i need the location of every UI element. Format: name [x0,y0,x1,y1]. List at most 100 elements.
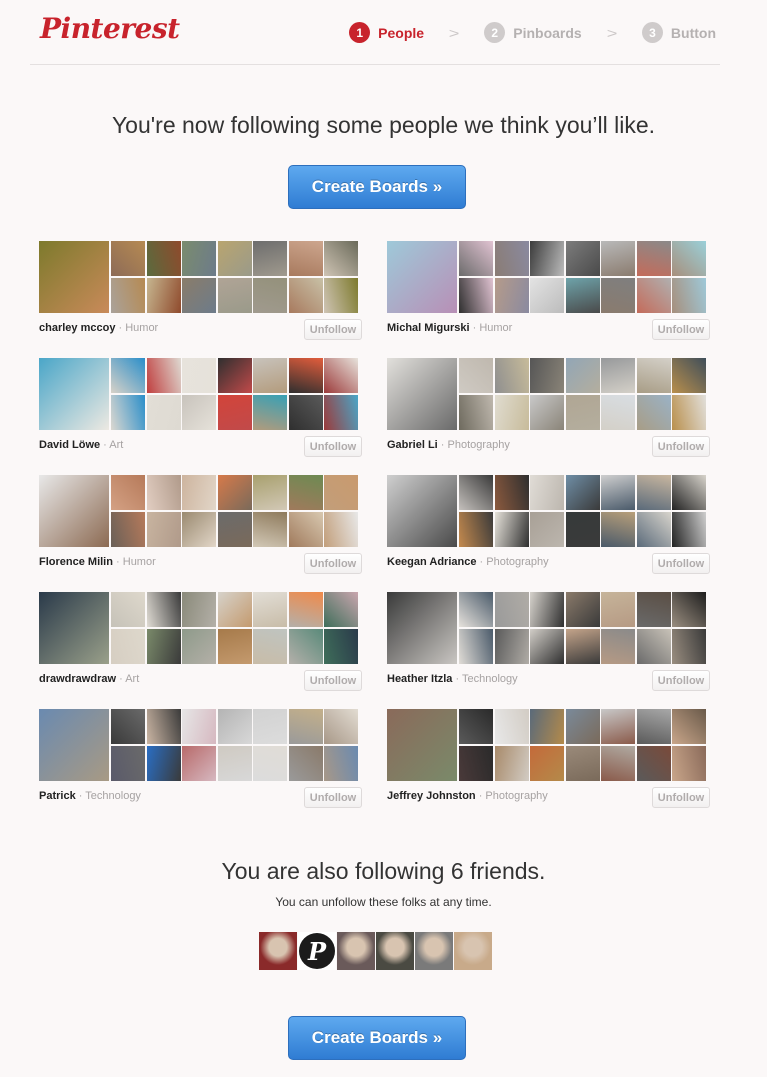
pin-thumbnail[interactable] [182,395,216,430]
pin-thumbnail[interactable] [672,709,706,744]
pin-thumbnail[interactable] [253,629,287,664]
pin-thumbnail[interactable] [182,592,216,627]
profile-image[interactable] [387,592,457,664]
pin-thumbnail[interactable] [182,629,216,664]
pin-thumbnail[interactable] [636,241,671,276]
pin-thumbnail[interactable] [253,241,287,276]
pin-mosaic[interactable] [387,592,710,664]
pin-thumbnail[interactable] [217,241,252,276]
profile-image[interactable] [39,592,109,664]
pin-thumbnail[interactable] [636,709,671,744]
pinterest-logo[interactable]: Pinterest [40,12,180,45]
pin-thumbnail[interactable] [146,358,181,393]
pin-thumbnail[interactable] [565,629,600,664]
pin-thumbnail[interactable] [288,592,323,627]
friend-avatar[interactable] [376,932,414,970]
pin-thumbnail[interactable] [494,475,529,510]
unfollow-button[interactable]: Unfollow [304,436,362,457]
unfollow-button[interactable]: Unfollow [652,787,710,808]
pin-thumbnail[interactable] [288,629,323,664]
pin-thumbnail[interactable] [253,475,287,510]
friend-avatar[interactable] [259,932,297,970]
pin-thumbnail[interactable] [324,512,358,547]
pin-thumbnail[interactable] [601,629,635,664]
pin-thumbnail[interactable] [217,746,252,781]
pin-thumbnail[interactable] [672,746,706,781]
pin-thumbnail[interactable] [111,512,145,547]
pin-thumbnail[interactable] [459,746,493,781]
profile-image[interactable] [39,241,109,313]
pin-thumbnail[interactable] [672,592,706,627]
pin-thumbnail[interactable] [530,241,564,276]
pin-thumbnail[interactable] [672,358,706,393]
person-name[interactable]: Heather Itzla [387,673,452,685]
pin-thumbnail[interactable] [146,512,181,547]
pin-thumbnail[interactable] [324,278,358,313]
pin-thumbnail[interactable] [565,395,600,430]
pin-thumbnail[interactable] [494,512,529,547]
pin-thumbnail[interactable] [182,475,216,510]
pin-thumbnail[interactable] [459,629,493,664]
pin-thumbnail[interactable] [459,358,493,393]
pin-thumbnail[interactable] [253,395,287,430]
create-boards-button-top[interactable]: Create Boards » [288,165,466,209]
pin-thumbnail[interactable] [217,709,252,744]
pin-mosaic[interactable] [387,358,710,430]
pin-thumbnail[interactable] [111,592,145,627]
pin-thumbnail[interactable] [459,278,493,313]
pin-thumbnail[interactable] [111,475,145,510]
pin-thumbnail[interactable] [324,629,358,664]
pin-thumbnail[interactable] [324,395,358,430]
pin-thumbnail[interactable] [565,475,600,510]
profile-image[interactable] [387,241,457,313]
pin-thumbnail[interactable] [565,358,600,393]
create-boards-button-bottom[interactable]: Create Boards » [288,1016,466,1060]
pin-thumbnail[interactable] [111,746,145,781]
pin-thumbnail[interactable] [111,278,145,313]
friend-avatar[interactable] [454,932,492,970]
person-name[interactable]: charley mccoy [39,322,115,334]
pin-thumbnail[interactable] [146,629,181,664]
pin-thumbnail[interactable] [530,395,564,430]
pin-thumbnail[interactable] [636,475,671,510]
pin-mosaic[interactable] [387,241,710,313]
pin-thumbnail[interactable] [217,358,252,393]
pin-thumbnail[interactable] [288,241,323,276]
pin-thumbnail[interactable] [530,512,564,547]
pin-thumbnail[interactable] [672,278,706,313]
pin-thumbnail[interactable] [565,241,600,276]
pin-thumbnail[interactable] [494,746,529,781]
pin-thumbnail[interactable] [530,358,564,393]
friend-avatar-pinterest[interactable]: P [298,932,336,970]
profile-image[interactable] [39,475,109,547]
pin-thumbnail[interactable] [324,241,358,276]
pin-thumbnail[interactable] [636,358,671,393]
pin-thumbnail[interactable] [146,241,181,276]
pin-mosaic[interactable] [387,709,710,781]
profile-image[interactable] [387,709,457,781]
pin-thumbnail[interactable] [672,475,706,510]
pin-thumbnail[interactable] [636,746,671,781]
pin-thumbnail[interactable] [111,709,145,744]
pin-thumbnail[interactable] [288,512,323,547]
unfollow-button[interactable]: Unfollow [304,670,362,691]
profile-image[interactable] [387,475,457,547]
person-name[interactable]: Gabriel Li [387,439,438,451]
pin-mosaic[interactable] [387,475,710,547]
pin-thumbnail[interactable] [565,709,600,744]
pin-thumbnail[interactable] [601,512,635,547]
pin-thumbnail[interactable] [459,512,493,547]
person-name[interactable]: Keegan Adriance [387,556,476,568]
pin-thumbnail[interactable] [146,709,181,744]
pin-thumbnail[interactable] [111,395,145,430]
pin-thumbnail[interactable] [672,241,706,276]
pin-thumbnail[interactable] [253,746,287,781]
pin-thumbnail[interactable] [324,358,358,393]
pin-mosaic[interactable] [39,592,362,664]
pin-thumbnail[interactable] [530,709,564,744]
friend-avatar[interactable] [337,932,375,970]
pin-thumbnail[interactable] [324,746,358,781]
pin-thumbnail[interactable] [182,241,216,276]
pin-thumbnail[interactable] [324,709,358,744]
pin-thumbnail[interactable] [530,278,564,313]
